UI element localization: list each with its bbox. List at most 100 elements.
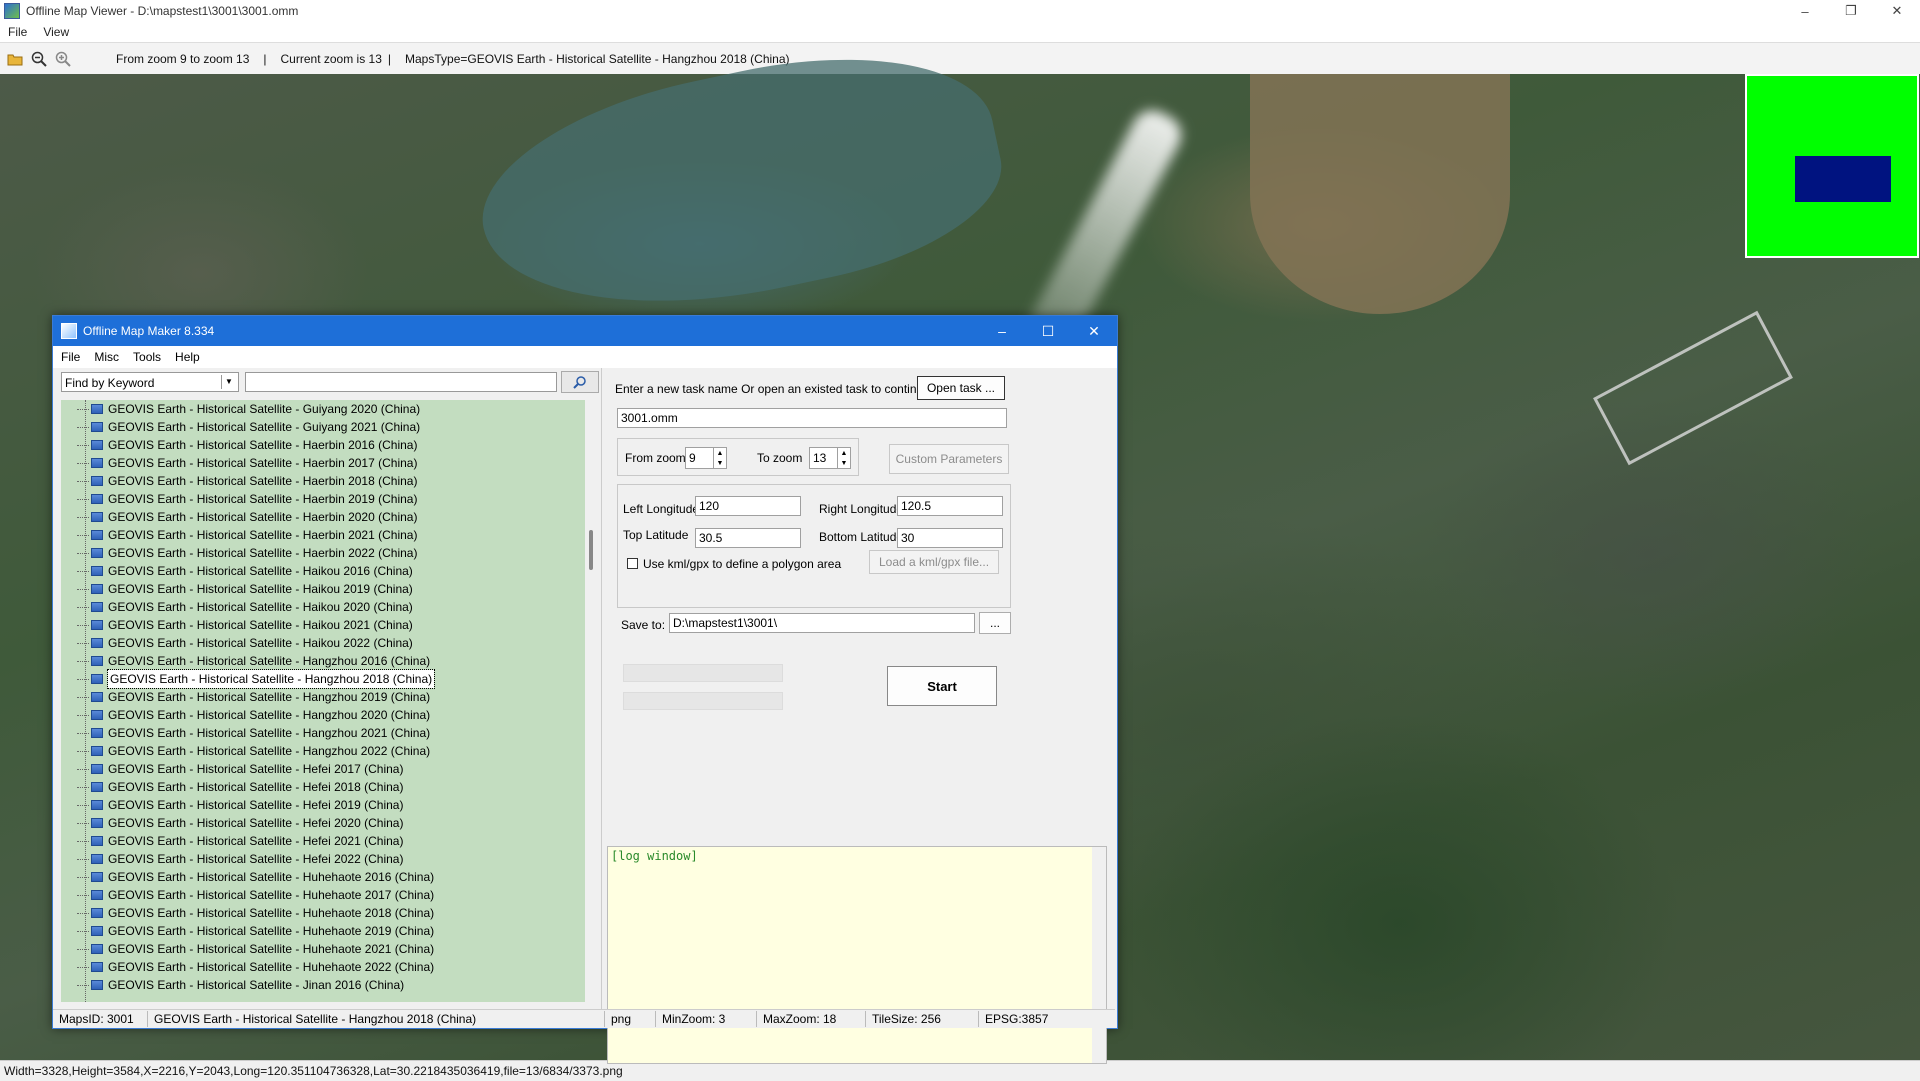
tree-item-label: GEOVIS Earth - Historical Satellite - Ha… [106,669,436,689]
menu-view[interactable]: View [35,25,77,39]
from-zoom-value: 9 [689,451,696,465]
start-button[interactable]: Start [887,666,997,706]
status-maps-id: MapsID: 3001 [53,1011,148,1027]
dialog-close-icon[interactable]: ✕ [1071,316,1117,346]
tree-item[interactable]: GEOVIS Earth - Historical Satellite - Hu… [61,868,585,886]
top-latitude-field[interactable]: 30.5 [695,528,801,548]
tree-item[interactable]: GEOVIS Earth - Historical Satellite - Hu… [61,940,585,958]
open-task-button[interactable]: Open task ... [917,376,1005,400]
right-longitude-field[interactable]: 120.5 [897,496,1003,516]
tree-item[interactable]: GEOVIS Earth - Historical Satellite - He… [61,760,585,778]
tree-item[interactable]: GEOVIS Earth - Historical Satellite - Ha… [61,472,585,490]
tree-item[interactable]: GEOVIS Earth - Historical Satellite - Ha… [61,490,585,508]
tree-item-label: GEOVIS Earth - Historical Satellite - Ha… [108,456,418,470]
tree-item[interactable]: GEOVIS Earth - Historical Satellite - Ha… [61,508,585,526]
dialog-minimize-icon[interactable]: – [979,316,1025,346]
tree-item-label: GEOVIS Earth - Historical Satellite - Hu… [108,906,435,920]
map-layer-icon [91,566,103,576]
dialog-titlebar[interactable]: Offline Map Maker 8.334 – ☐ ✕ [53,316,1117,346]
log-window[interactable]: [log window] [607,846,1107,1064]
tree-item[interactable]: GEOVIS Earth - Historical Satellite - Ha… [61,454,585,472]
tree-item[interactable]: GEOVIS Earth - Historical Satellite - Ha… [61,616,585,634]
minimap-viewport[interactable] [1795,156,1891,202]
tree-item[interactable]: GEOVIS Earth - Historical Satellite - Ha… [61,724,585,742]
dialog-menu-misc[interactable]: Misc [86,350,125,364]
status-format: png [605,1011,656,1027]
left-longitude-field[interactable]: 120 [695,496,801,516]
toolbar-separator: | [263,52,267,66]
use-kml-label: Use kml/gpx to define a polygon area [643,557,842,571]
search-icon [573,376,586,389]
zoom-out-icon[interactable] [30,50,48,68]
search-button[interactable] [561,371,599,393]
tree-item[interactable]: GEOVIS Earth - Historical Satellite - He… [61,778,585,796]
load-kml-button[interactable]: Load a kml/gpx file... [869,550,999,574]
tree-item[interactable]: GEOVIS Earth - Historical Satellite - Ha… [61,652,585,670]
log-scrollbar[interactable] [1092,847,1106,1063]
tree-item-label: GEOVIS Earth - Historical Satellite - Ha… [108,438,418,452]
restore-icon[interactable]: ❐ [1828,0,1874,22]
tree-item[interactable]: GEOVIS Earth - Historical Satellite - Ha… [61,436,585,454]
from-zoom-label: From zoom [625,451,686,465]
tree-item[interactable]: GEOVIS Earth - Historical Satellite - Ha… [61,598,585,616]
browse-button[interactable]: ... [979,612,1011,634]
tree-item-label: GEOVIS Earth - Historical Satellite - He… [108,816,404,830]
tree-item[interactable]: GEOVIS Earth - Historical Satellite - Ha… [61,669,585,689]
custom-parameters-button[interactable]: Custom Parameters [889,444,1009,474]
map-layer-icon [91,818,103,828]
use-kml-checkbox[interactable] [627,558,638,569]
tree-item[interactable]: GEOVIS Earth - Historical Satellite - Gu… [61,418,585,436]
tree-item[interactable]: GEOVIS Earth - Historical Satellite - Hu… [61,886,585,904]
tree-item[interactable]: GEOVIS Earth - Historical Satellite - Gu… [61,400,585,418]
chevron-down-icon[interactable]: ▼ [221,375,236,389]
zoom-in-icon[interactable] [54,50,72,68]
map-layer-icon [91,476,103,486]
save-to-field[interactable]: D:\mapstest1\3001\ [669,613,975,633]
dialog-menu-help[interactable]: Help [167,350,206,364]
menu-file[interactable]: File [0,25,35,39]
tree-item[interactable]: GEOVIS Earth - Historical Satellite - Ha… [61,544,585,562]
minimap[interactable] [1745,74,1919,258]
map-layer-icon [91,638,103,648]
stepper-arrows-icon[interactable]: ▲ ▼ [837,448,850,468]
from-zoom-stepper[interactable]: 9 ▲ ▼ [685,447,727,469]
coordinates-readout: Width=3328,Height=3584,X=2216,Y=2043,Lon… [4,1064,623,1078]
tree-scrollbar[interactable] [585,400,599,1002]
map-layer-icon [91,422,103,432]
tree-item[interactable]: GEOVIS Earth - Historical Satellite - Ha… [61,580,585,598]
tree-item[interactable]: GEOVIS Earth - Historical Satellite - He… [61,850,585,868]
bottom-latitude-field[interactable]: 30 [897,528,1003,548]
to-zoom-stepper[interactable]: 13 ▲ ▼ [809,447,851,469]
dialog-maximize-icon[interactable]: ☐ [1025,316,1071,346]
tree-scrollbar-thumb[interactable] [589,530,593,570]
map-type-tree[interactable]: GEOVIS Earth - Historical Satellite - Gu… [61,400,585,1002]
task-name-field[interactable]: 3001.omm [617,408,1007,428]
stepper-arrows-icon[interactable]: ▲ ▼ [713,448,726,468]
tree-item[interactable]: GEOVIS Earth - Historical Satellite - He… [61,832,585,850]
status-min-zoom: MinZoom: 3 [656,1011,757,1027]
tree-item[interactable]: GEOVIS Earth - Historical Satellite - He… [61,814,585,832]
dialog-title: Offline Map Maker 8.334 [83,324,215,338]
tree-item[interactable]: GEOVIS Earth - Historical Satellite - Ha… [61,562,585,580]
tree-item[interactable]: GEOVIS Earth - Historical Satellite - Hu… [61,904,585,922]
open-folder-icon[interactable] [6,50,24,68]
minimize-icon[interactable]: – [1782,0,1828,22]
dialog-menu-file[interactable]: File [53,350,86,364]
tree-item[interactable]: GEOVIS Earth - Historical Satellite - Hu… [61,922,585,940]
dialog-menu-tools[interactable]: Tools [125,350,167,364]
tree-item[interactable]: GEOVIS Earth - Historical Satellite - Ha… [61,634,585,652]
find-mode-select[interactable]: Find by Keyword ▼ [61,372,239,392]
tree-item[interactable]: GEOVIS Earth - Historical Satellite - Ha… [61,688,585,706]
tree-item[interactable]: GEOVIS Earth - Historical Satellite - He… [61,796,585,814]
tree-item-label: GEOVIS Earth - Historical Satellite - Ha… [108,654,431,668]
tree-item[interactable]: GEOVIS Earth - Historical Satellite - Ha… [61,706,585,724]
tree-item[interactable]: GEOVIS Earth - Historical Satellite - Hu… [61,958,585,976]
search-input[interactable] [245,372,557,392]
tree-item-label: GEOVIS Earth - Historical Satellite - Ha… [108,564,413,578]
tree-item-label: GEOVIS Earth - Historical Satellite - Ha… [108,618,413,632]
tree-item[interactable]: GEOVIS Earth - Historical Satellite - Ji… [61,976,585,994]
map-layer-icon [91,512,103,522]
tree-item[interactable]: GEOVIS Earth - Historical Satellite - Ha… [61,526,585,544]
close-icon[interactable]: ✕ [1874,0,1920,22]
tree-item[interactable]: GEOVIS Earth - Historical Satellite - Ha… [61,742,585,760]
